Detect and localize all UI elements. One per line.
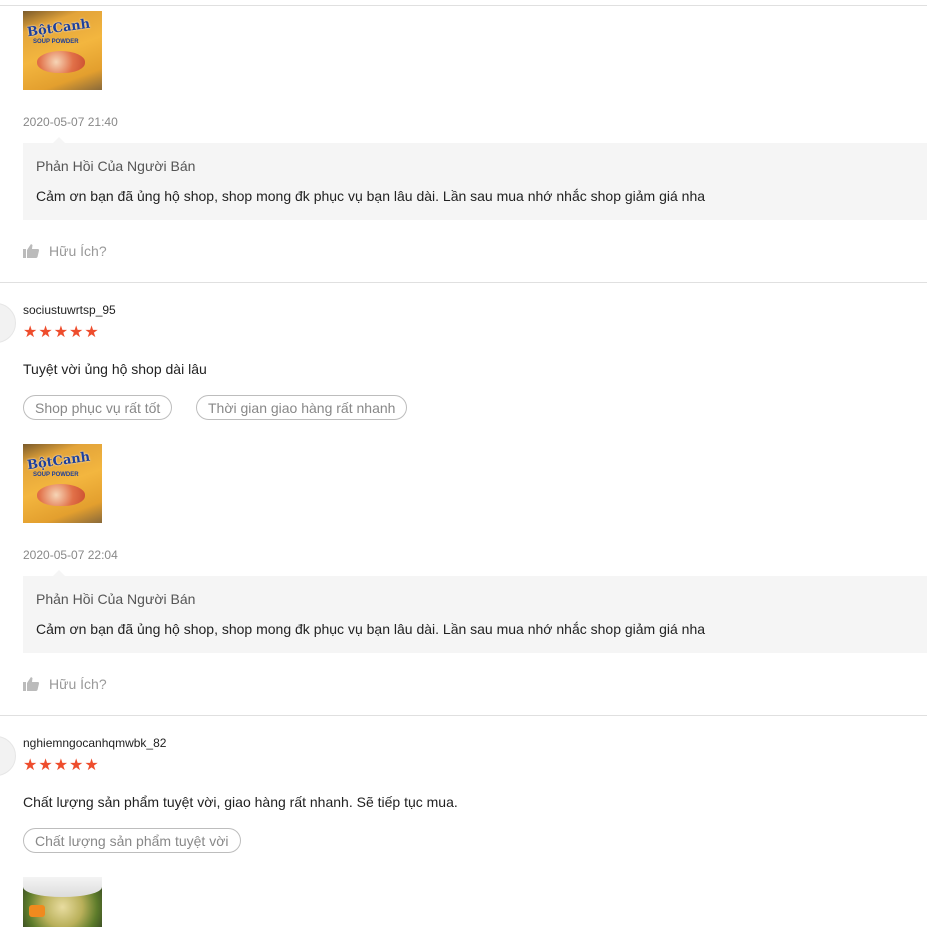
reply-notch bbox=[53, 137, 65, 143]
photo-brand-text: BộtCanh bbox=[26, 16, 92, 41]
photo-sub-text: SOUP POWDER bbox=[33, 39, 79, 45]
review-tag: Thời gian giao hàng rất nhanh bbox=[196, 395, 408, 420]
review-text: Tuyệt vời ủng hộ shop dài lâu bbox=[23, 361, 207, 377]
carrot-image bbox=[29, 905, 45, 917]
review-photo[interactable]: BộtCanh SOUP POWDER bbox=[23, 444, 102, 523]
helpful-label: Hữu Ích? bbox=[49, 676, 107, 692]
reply-notch bbox=[53, 570, 65, 576]
seller-reply-text: Cảm ơn bạn đã ủng hộ shop, shop mong đk … bbox=[36, 621, 706, 637]
review-tag: Shop phục vụ rất tốt bbox=[23, 395, 173, 420]
star-rating: ★★★★★ bbox=[23, 324, 100, 341]
star-rating: ★★★★★ bbox=[23, 757, 100, 774]
seller-reply-title: Phản Hồi Của Người Bán bbox=[36, 158, 196, 174]
seller-reply: Phản Hồi Của Người Bán Cảm ơn bạn đã ủng… bbox=[23, 570, 927, 653]
divider bbox=[0, 5, 927, 6]
reviewer-username: nghiemngocanhqmwbk_82 bbox=[23, 736, 167, 750]
thumbs-up-icon bbox=[23, 677, 39, 691]
review-timestamp: 2020-05-07 21:40 bbox=[23, 115, 118, 129]
helpful-label: Hữu Ích? bbox=[49, 243, 107, 259]
bowl-image bbox=[23, 877, 102, 897]
review-timestamp: 2020-05-07 22:04 bbox=[23, 548, 118, 562]
photo-sub-text: SOUP POWDER bbox=[33, 472, 79, 478]
divider bbox=[0, 715, 927, 716]
avatar[interactable] bbox=[0, 303, 16, 343]
seller-reply: Phản Hồi Của Người Bán Cảm ơn bạn đã ủng… bbox=[23, 137, 927, 220]
review-tag: Chất lượng sản phẩm tuyệt vời bbox=[23, 828, 241, 853]
avatar[interactable] bbox=[0, 736, 16, 776]
review-photo[interactable] bbox=[23, 877, 102, 927]
shrimp-image bbox=[37, 484, 85, 506]
reviewer-username: sociustuwrtsp_95 bbox=[23, 303, 116, 317]
thumbs-up-icon bbox=[23, 244, 39, 258]
helpful-button[interactable]: Hữu Ích? bbox=[23, 243, 107, 259]
divider bbox=[0, 282, 927, 283]
helpful-button[interactable]: Hữu Ích? bbox=[23, 676, 107, 692]
seller-reply-title: Phản Hồi Của Người Bán bbox=[36, 591, 196, 607]
seller-reply-text: Cảm ơn bạn đã ủng hộ shop, shop mong đk … bbox=[36, 188, 706, 204]
photo-brand-text: BộtCanh bbox=[26, 449, 92, 474]
shrimp-image bbox=[37, 51, 85, 73]
review-photo[interactable]: BộtCanh SOUP POWDER bbox=[23, 11, 102, 90]
review-text: Chất lượng sản phẩm tuyệt vời, giao hàng… bbox=[23, 794, 458, 810]
